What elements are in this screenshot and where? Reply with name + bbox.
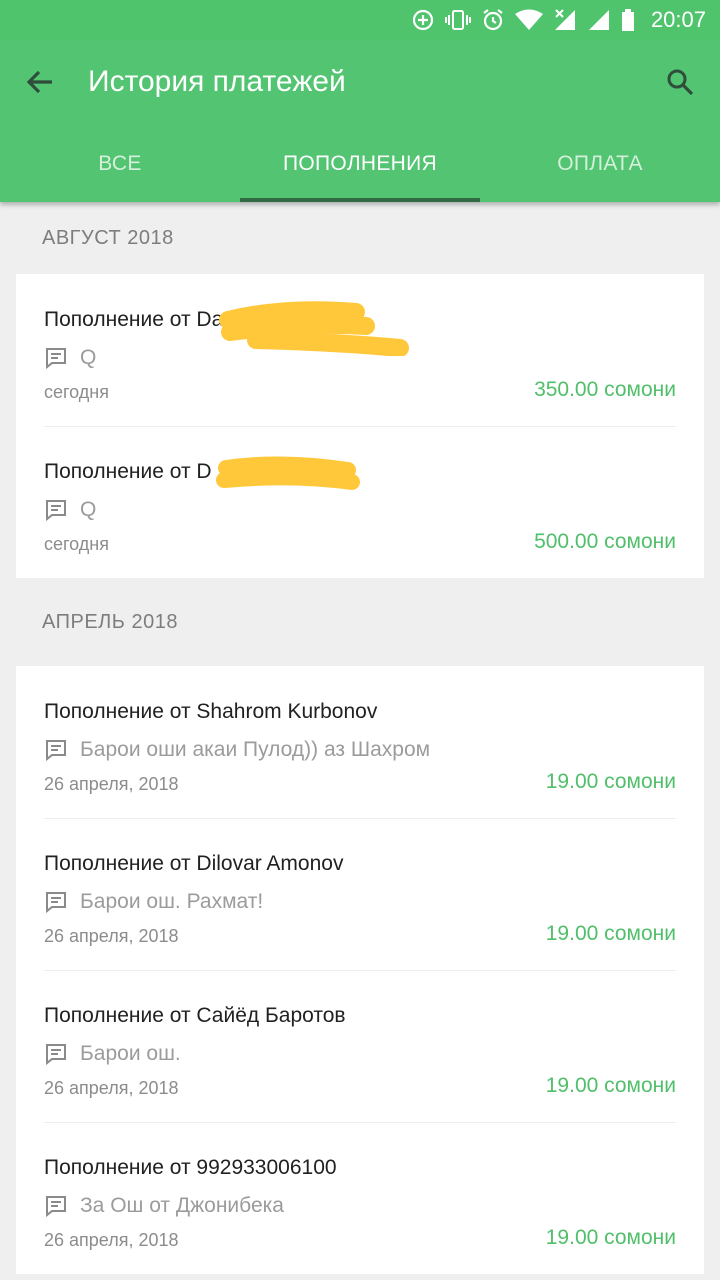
comment-icon (46, 1196, 66, 1218)
item-date: 26 апреля, 2018 (44, 1078, 179, 1098)
item-amount: 19.00 сомони (545, 922, 676, 945)
tab-all[interactable]: ВСЕ (0, 126, 240, 202)
payment-history-list[interactable]: АВГУСТ 2018 Пополнение от Da Q сегодня 3… (0, 202, 720, 1280)
app-bar: История платежей (0, 40, 720, 126)
list-item[interactable]: Пополнение от D Q сегодня 500.00 сомони (16, 426, 704, 578)
item-date: 26 апреля, 2018 (44, 1230, 179, 1250)
wifi-icon (514, 9, 543, 30)
back-button[interactable] (20, 62, 60, 102)
item-comment: Барои ош. (44, 1042, 181, 1066)
clock: 20:07 (650, 7, 706, 32)
comment-text: Барои оши акаи Пулод)) аз Шахром (80, 738, 431, 761)
battery-icon (621, 9, 634, 31)
search-icon (667, 69, 694, 96)
item-date: сегодня (44, 382, 109, 402)
list-item[interactable]: Пополнение от Shahrom Kurbonov Барои оши… (16, 666, 704, 818)
comment-text: Q (80, 346, 97, 369)
comment-icon (46, 500, 66, 522)
comment-icon (46, 740, 66, 762)
item-date: 26 апреля, 2018 (44, 926, 179, 946)
section-card-april: Пополнение от Shahrom Kurbonov Барои оши… (16, 666, 704, 1274)
item-comment: Барои оши акаи Пулод)) аз Шахром (44, 738, 430, 762)
search-button[interactable] (660, 62, 700, 102)
item-comment: За Ош от Джонибека (44, 1194, 284, 1218)
list-item[interactable]: Пополнение от 992933006100 За Ош от Джон… (16, 1122, 704, 1274)
item-amount: 19.00 сомони (545, 1074, 676, 1097)
section-header-april: АПРЕЛЬ 2018 (42, 610, 178, 633)
redaction-scribble (216, 456, 360, 490)
comment-text: За Ош от Джонибека (80, 1194, 284, 1217)
signal-icon-sim2 (588, 10, 609, 30)
item-date: сегодня (44, 534, 109, 554)
vibrate-icon (444, 10, 471, 30)
comment-text: Барои ош. (80, 1042, 181, 1065)
item-amount: 19.00 сомони (545, 770, 676, 793)
list-item[interactable]: Пополнение от Da Q сегодня 350.00 сомони (16, 274, 704, 426)
item-title: Пополнение от Shahrom Kurbonov (44, 700, 378, 723)
comment-icon (46, 348, 66, 370)
item-title: Пополнение от Сайёд Баротов (44, 1004, 346, 1027)
section-header-august: АВГУСТ 2018 (42, 226, 174, 249)
item-comment: Q (44, 346, 96, 370)
redaction-scribble (219, 301, 409, 356)
data-saver-icon (412, 9, 434, 31)
signal-icon-sim1 (554, 9, 575, 30)
section-card-august: Пополнение от Da Q сегодня 350.00 сомони… (16, 274, 704, 578)
item-title: Пополнение от D (44, 460, 212, 483)
tab-bar: ВСЕ ПОПОЛНЕНИЯ ОПЛАТА (0, 126, 720, 202)
tab-topups[interactable]: ПОПОЛНЕНИЯ (240, 126, 480, 202)
item-title: Пополнение от 992933006100 (44, 1156, 337, 1179)
list-item[interactable]: Пополнение от Сайёд Баротов Барои ош. 26… (16, 970, 704, 1122)
item-amount: 19.00 сомони (545, 1226, 676, 1249)
status-icons: 20:07 (411, 6, 706, 34)
alarm-icon (483, 9, 503, 31)
item-amount: 500.00 сомони (534, 530, 676, 553)
list-item[interactable]: Пополнение от Dilovar Amonov Барои ош. Р… (16, 818, 704, 970)
item-title: Пополнение от Da (44, 308, 224, 331)
item-comment: Q (44, 498, 96, 522)
comment-text: Барои ош. Рахмат! (80, 890, 264, 913)
comment-icon (46, 892, 66, 914)
comment-icon (46, 1044, 66, 1066)
page-title: История платежей (88, 65, 346, 98)
item-comment: Барои ош. Рахмат! (44, 890, 263, 914)
item-amount: 350.00 сомони (534, 378, 676, 401)
tab-payments[interactable]: ОПЛАТА (480, 126, 720, 202)
item-title: Пополнение от Dilovar Amonov (44, 852, 344, 875)
comment-text: Q (80, 498, 97, 521)
item-date: 26 апреля, 2018 (44, 774, 179, 794)
arrow-left-icon (26, 70, 52, 94)
status-bar: 20:07 (0, 0, 720, 40)
